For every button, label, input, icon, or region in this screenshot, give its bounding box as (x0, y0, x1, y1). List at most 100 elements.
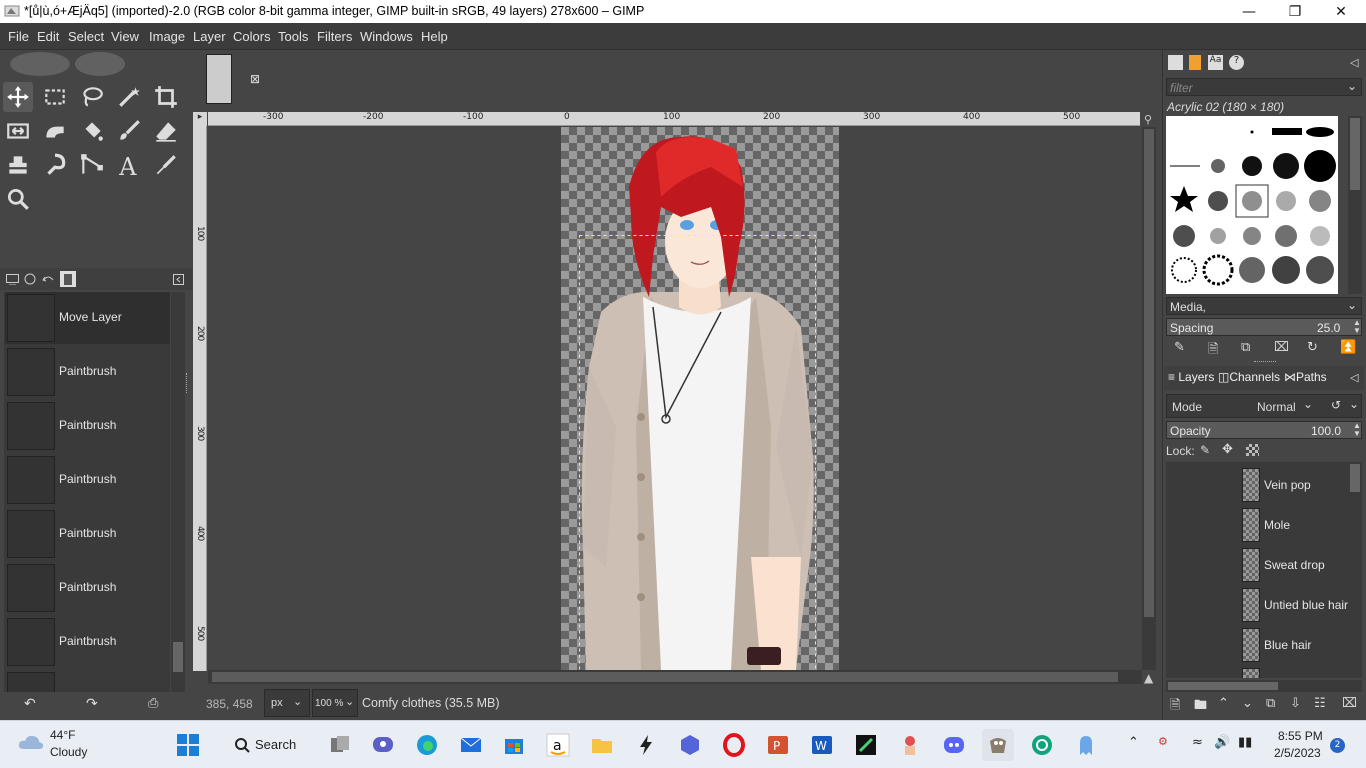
zoom-icon[interactable] (3, 184, 33, 214)
rect-select-icon[interactable] (40, 82, 70, 112)
task-view-button[interactable] (324, 729, 356, 761)
new-layer-group-icon[interactable]: 🖿 (1194, 696, 1207, 718)
undo-scrollbar[interactable] (171, 292, 185, 692)
menu-colors[interactable]: Colors (233, 29, 271, 44)
gimp-taskbar-button[interactable] (982, 729, 1014, 761)
restore-button[interactable]: ❐ (1272, 0, 1318, 23)
tool-options-tab-icon[interactable] (4, 271, 20, 287)
undo-scroll-thumb[interactable] (173, 642, 183, 672)
opacity-slider[interactable]: Opacity 100.0 ▲ ▼ (1166, 421, 1362, 439)
layer-row[interactable]: Untied blue hair (1166, 584, 1348, 624)
menu-edit[interactable]: Edit (37, 29, 59, 44)
volume-icon[interactable]: 🔊 (1214, 735, 1230, 750)
crop-icon[interactable] (151, 82, 181, 112)
duplicate-layer-icon[interactable]: ⧉ (1266, 696, 1275, 711)
opera-button[interactable] (718, 729, 750, 761)
canvas-viewport[interactable] (208, 127, 1141, 670)
layer-mode-select[interactable]: Mode Normal ⌄ ↺ ⌄ (1166, 394, 1362, 418)
dock-resize-handle[interactable] (186, 373, 189, 393)
close-button[interactable]: ✕ (1318, 0, 1364, 23)
images-tab-icon[interactable] (60, 271, 76, 287)
warp-transform-icon[interactable] (40, 116, 70, 146)
clock-time[interactable]: 8:55 PM (1278, 729, 1323, 743)
zoom-fit-icon[interactable]: ⚲ (1144, 113, 1152, 126)
tab-layers[interactable]: ≡ Layers (1168, 370, 1214, 384)
spacing-slider[interactable]: Spacing 25.0 ▲ ▼ (1166, 318, 1362, 336)
list-item[interactable]: Paintbrush (5, 508, 170, 560)
refresh-brushes-icon[interactable]: ↻ (1307, 340, 1318, 355)
list-item[interactable]: Paintbrush (5, 346, 170, 398)
mask-layer-icon[interactable]: ☷ (1314, 696, 1326, 711)
search-button[interactable]: Search (230, 733, 300, 757)
ghost-app-button[interactable] (1070, 729, 1102, 761)
brush-tag-input[interactable]: Media, ⌄ (1166, 297, 1362, 315)
word-button[interactable]: W (806, 729, 838, 761)
brushes-scroll-thumb[interactable] (1350, 118, 1360, 190)
layers-hscrollbar[interactable] (1166, 680, 1362, 692)
lock-pixels-icon[interactable]: ✎ (1200, 443, 1210, 457)
layer-row[interactable] (1166, 664, 1348, 678)
list-item[interactable]: Paintbrush (5, 562, 170, 614)
menu-tools[interactable]: Tools (278, 29, 308, 44)
menu-layer[interactable]: Layer (193, 29, 226, 44)
paintbrush-icon[interactable] (114, 116, 144, 146)
tab-channels[interactable]: ◫Channels (1218, 370, 1280, 384)
open-brush-as-image-icon[interactable]: ⏫ (1340, 340, 1356, 355)
vertical-scroll-thumb[interactable] (1144, 129, 1154, 617)
lower-layer-icon[interactable]: ⌄ (1242, 696, 1253, 711)
clone-icon[interactable] (3, 150, 33, 180)
close-image-tab-icon[interactable]: ⊠ (250, 72, 260, 86)
vertical-scrollbar[interactable] (1142, 127, 1156, 670)
dock-menu-icon[interactable]: ◁ (1350, 56, 1358, 69)
new-layer-icon[interactable]: 🗎 (1170, 696, 1180, 718)
fonts-tab-icon[interactable]: Aa (1208, 55, 1223, 70)
brushes-grid[interactable] (1166, 116, 1338, 294)
file-explorer-button[interactable] (586, 729, 618, 761)
delete-layer-icon[interactable]: ⌧ (1342, 696, 1357, 711)
menu-view[interactable]: View (111, 29, 139, 44)
menu-windows[interactable]: Windows (360, 29, 413, 44)
paths-icon[interactable] (77, 150, 107, 180)
minimize-button[interactable]: — (1226, 0, 1272, 23)
help-tab-icon[interactable]: ? (1229, 55, 1244, 70)
list-item[interactable]: Paintbrush (5, 616, 170, 668)
list-item[interactable] (5, 670, 170, 692)
fuzzy-select-icon[interactable] (114, 82, 144, 112)
chevron-down-icon[interactable]: ⌄ (1349, 397, 1359, 411)
menu-help[interactable]: Help (421, 29, 448, 44)
security-tray-icon[interactable]: ⚙ (1158, 735, 1168, 748)
new-brush-icon[interactable]: 🗎 (1208, 340, 1218, 362)
layers-scroll-thumb[interactable] (1350, 464, 1360, 492)
navigate-icon[interactable]: ▲ (1144, 671, 1153, 685)
image-tab-thumbnail[interactable] (206, 54, 232, 104)
dock-menu-icon[interactable]: ◁ (1350, 371, 1358, 384)
store-button[interactable] (498, 729, 530, 761)
edge-button[interactable] (411, 729, 443, 761)
lock-alpha-icon[interactable] (1246, 444, 1259, 456)
game-app-button[interactable] (894, 729, 926, 761)
layer-row[interactable]: Mole (1166, 504, 1348, 544)
list-item[interactable]: Paintbrush (5, 454, 170, 506)
image-canvas[interactable] (561, 127, 839, 670)
menu-filters[interactable]: Filters (317, 29, 352, 44)
weather-desc[interactable]: Cloudy (50, 745, 87, 759)
krita-button[interactable] (630, 729, 662, 761)
layer-row[interactable]: Vein pop (1166, 464, 1348, 504)
lasso-icon[interactable] (77, 82, 107, 112)
redo-icon[interactable]: ↷ (86, 696, 98, 712)
undo-icon[interactable]: ↶ (24, 696, 36, 712)
layer-row[interactable]: Blue hair (1166, 624, 1348, 664)
list-item[interactable]: Move Layer (5, 292, 170, 344)
bucket-fill-icon[interactable] (77, 116, 107, 146)
tab-paths[interactable]: ⋈Paths (1284, 370, 1327, 384)
duplicate-brush-icon[interactable]: ⧉ (1241, 340, 1250, 355)
brushes-tab-icon[interactable] (1168, 55, 1183, 70)
patterns-tab-icon[interactable] (1189, 55, 1201, 70)
layer-row[interactable]: Sweat drop (1166, 544, 1348, 584)
zoom-select[interactable]: 100 % ⌄ (312, 689, 358, 717)
horizontal-scroll-thumb[interactable] (212, 672, 1118, 682)
dock-divider-handle[interactable] (1254, 361, 1276, 364)
quick-mask-corner-icon[interactable]: ▸ (193, 112, 207, 126)
clear-history-icon[interactable]: ⎙ (148, 696, 158, 711)
spin-arrows-icon[interactable]: ▲ ▼ (1353, 422, 1361, 438)
